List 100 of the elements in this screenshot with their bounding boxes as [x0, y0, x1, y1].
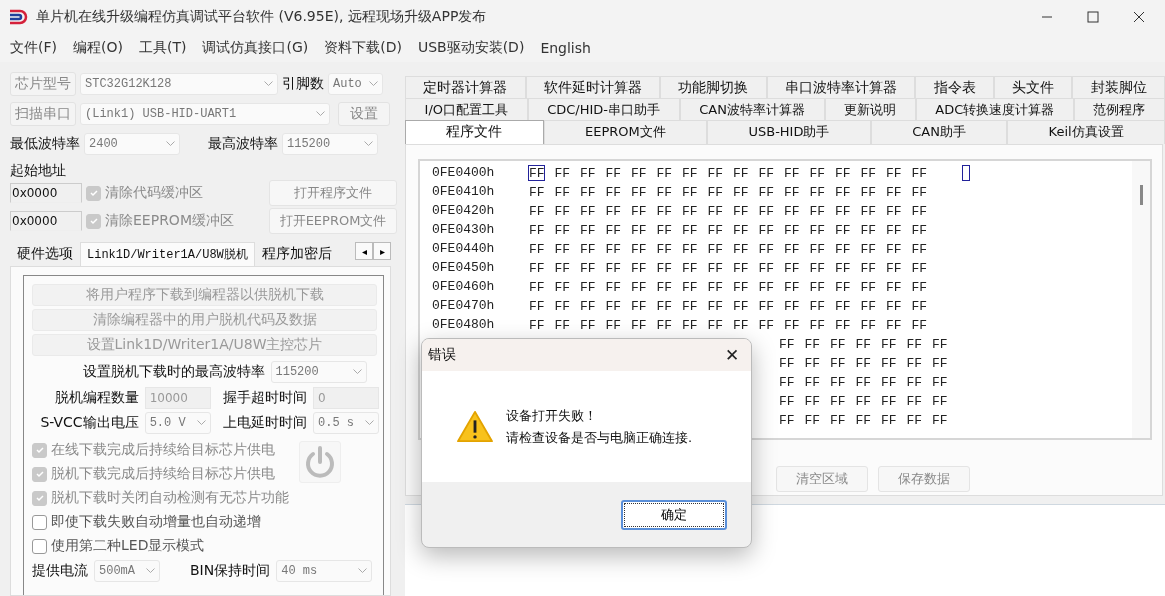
- menu-item[interactable]: 调试仿真接口(G): [194, 38, 317, 57]
- pin-count-combo[interactable]: Auto: [328, 73, 383, 95]
- power-button[interactable]: [299, 441, 341, 483]
- tab[interactable]: EEPROM文件: [543, 120, 708, 144]
- checkbox-label: 使用第二种LED显示模式: [51, 537, 205, 555]
- tab[interactable]: 指令表: [915, 76, 994, 98]
- hex-byte: FF: [854, 373, 872, 390]
- address-field[interactable]: 0x0000: [10, 211, 82, 231]
- panel-button[interactable]: 保存数据: [878, 466, 970, 492]
- hex-byte: FF: [808, 183, 826, 200]
- tab[interactable]: Keil仿真设置: [1007, 120, 1165, 144]
- hex-byte: FF: [854, 392, 872, 409]
- menu-item[interactable]: USB驱动安装(D): [409, 38, 533, 57]
- tab[interactable]: 串口波特率计算器: [766, 76, 916, 98]
- checkbox[interactable]: [32, 514, 47, 530]
- tab[interactable]: Link1D/Writer1A/U8W脱机: [80, 242, 255, 266]
- checkbox[interactable]: [86, 213, 101, 229]
- hex-byte: FF: [783, 164, 800, 181]
- chip-combo[interactable]: STC32G12K128: [80, 73, 278, 95]
- dialog-message: 请检查设备是否与电脑正确连接.: [506, 428, 693, 447]
- hex-byte: FF: [579, 259, 596, 276]
- hex-byte: FF: [630, 278, 647, 295]
- max-baud-label: 最高波特率: [208, 135, 278, 153]
- hex-byte: FF: [655, 221, 673, 238]
- hex-byte: FF: [834, 221, 851, 238]
- hex-byte: FF: [885, 278, 902, 295]
- tab[interactable]: 更新说明: [824, 98, 916, 120]
- panel-button[interactable]: 清空区域: [776, 466, 868, 492]
- hex-byte: FF: [732, 297, 749, 314]
- checkbox[interactable]: [32, 538, 47, 554]
- menu-item[interactable]: English: [532, 39, 599, 56]
- offline-baud-combo[interactable]: 115200: [270, 360, 367, 383]
- tab[interactable]: CAN助手: [870, 120, 1008, 144]
- hex-byte: FF: [706, 183, 724, 200]
- hex-byte: FF: [630, 259, 647, 276]
- combo-box[interactable]: 5.0 V: [144, 412, 211, 434]
- min-baud-combo[interactable]: 2400: [84, 133, 180, 155]
- max-baud-combo[interactable]: 115200: [282, 133, 378, 155]
- checkbox[interactable]: [86, 185, 101, 201]
- tab-scroll-button[interactable]: ◂: [355, 242, 373, 260]
- tab[interactable]: 头文件: [993, 76, 1073, 98]
- scrollbar[interactable]: [1132, 161, 1150, 438]
- hex-byte: FF: [783, 183, 800, 200]
- hex-byte: FF: [808, 297, 826, 314]
- hex-byte: FF: [905, 373, 923, 390]
- tab-scroll-button[interactable]: ▸: [373, 242, 391, 260]
- menu-item[interactable]: 文件(F): [2, 38, 65, 57]
- hex-byte: FF: [778, 392, 795, 409]
- open-file-button[interactable]: 打开程序文件: [269, 180, 397, 206]
- menu-item[interactable]: 资料下载(D): [316, 38, 410, 57]
- hex-byte: FF: [859, 259, 877, 276]
- hex-byte: FF: [834, 259, 851, 276]
- hex-byte: FF: [910, 278, 928, 295]
- hex-byte: FF: [553, 221, 571, 238]
- tab[interactable]: 功能脚切换: [660, 76, 767, 98]
- chevron-down-icon: [352, 368, 362, 375]
- hex-byte: FF: [579, 278, 596, 295]
- hex-byte: FF: [905, 411, 923, 428]
- hex-byte: FF: [880, 354, 897, 371]
- hex-byte: FF: [880, 335, 897, 352]
- menu-item[interactable]: 工具(T): [130, 38, 195, 57]
- menu-item[interactable]: 编程(O): [65, 38, 131, 57]
- hex-byte: FF: [655, 183, 673, 200]
- hex-byte: FF: [783, 221, 800, 238]
- hex-byte: FF: [732, 164, 749, 181]
- tab[interactable]: CDC/HID-串口助手: [527, 98, 680, 120]
- hex-byte: FF: [732, 221, 749, 238]
- tab[interactable]: 封装脚位: [1072, 76, 1165, 98]
- hex-byte: FF: [553, 278, 571, 295]
- tab[interactable]: CAN波特率计算器: [679, 98, 825, 120]
- close-icon[interactable]: [1133, 10, 1145, 23]
- combo-box[interactable]: 500mA: [94, 559, 160, 582]
- hex-byte: FF: [829, 354, 846, 371]
- hex-byte: FF: [604, 259, 622, 276]
- tab[interactable]: ADC转换速度计算器: [915, 98, 1074, 120]
- tab[interactable]: 定时器计算器: [405, 76, 526, 98]
- field-label: BIN保持时间: [190, 561, 271, 580]
- port-combo[interactable]: (Link1) USB-HID-UART1: [80, 103, 330, 125]
- close-button[interactable]: ✕: [713, 344, 751, 366]
- hex-byte: FF: [528, 240, 545, 257]
- tab[interactable]: I/O口配置工具: [405, 98, 528, 120]
- hex-byte: FF: [859, 164, 877, 181]
- hex-byte: FF: [803, 335, 821, 352]
- tab[interactable]: 软件延时计算器: [525, 76, 661, 98]
- ok-button[interactable]: 确定: [621, 499, 727, 530]
- hex-byte: FF: [905, 354, 923, 371]
- tab[interactable]: 范例程序: [1073, 98, 1165, 120]
- tab[interactable]: USB-HID助手: [707, 120, 871, 144]
- maximize-icon[interactable]: [1087, 10, 1099, 23]
- hex-byte: FF: [604, 316, 622, 333]
- address-cell: 0FE0430h: [432, 222, 495, 237]
- hex-byte: FF: [885, 202, 902, 219]
- tab[interactable]: 程序文件: [405, 120, 544, 144]
- hex-byte: FF: [528, 297, 545, 314]
- combo-box[interactable]: 0.5 s: [313, 412, 379, 434]
- combo-box[interactable]: 40 ms: [276, 559, 373, 582]
- hex-byte: FF: [604, 221, 622, 238]
- address-field[interactable]: 0x0000: [10, 183, 82, 203]
- address-cell: 0FE0470h: [432, 298, 495, 313]
- hex-byte: FF: [604, 202, 622, 219]
